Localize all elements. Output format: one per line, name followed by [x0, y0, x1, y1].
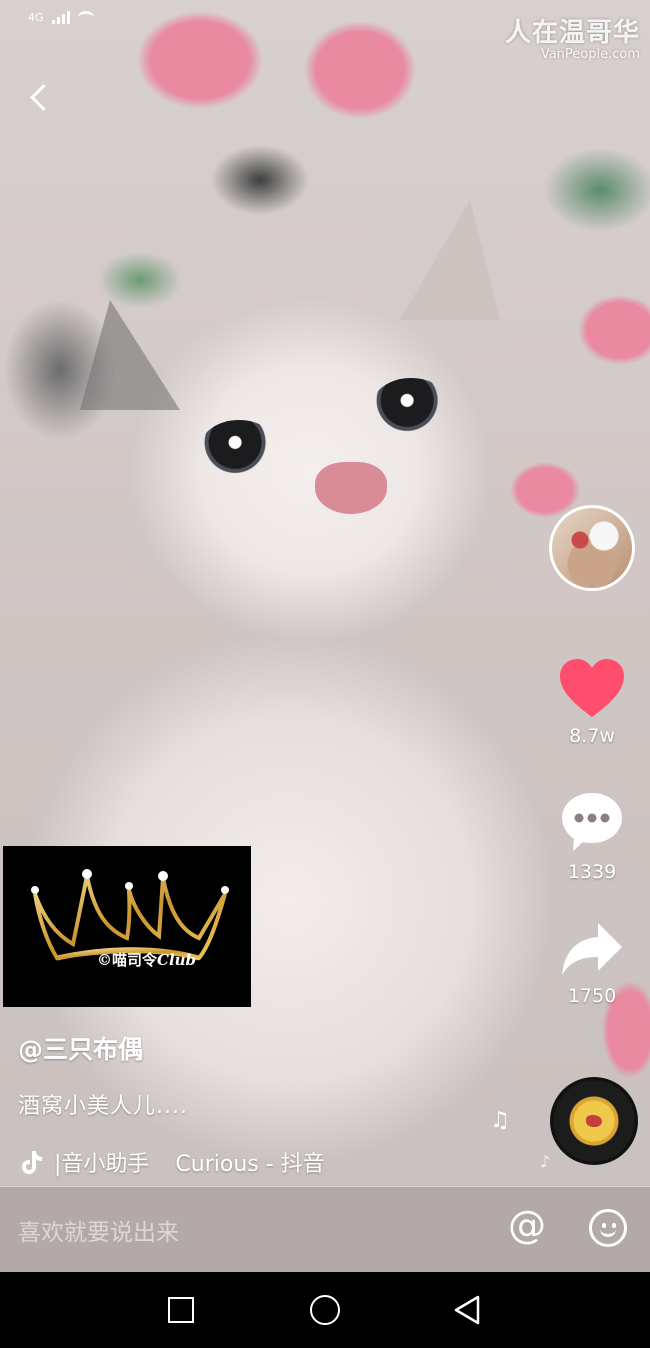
sticker-caption: ©喵司令Club — [97, 949, 196, 970]
crown-icon — [31, 869, 229, 961]
music-note-small-icon: ♪ — [540, 1152, 551, 1171]
comment-count: 1339 — [567, 861, 617, 883]
signal-icon — [51, 10, 70, 24]
music-disc[interactable] — [550, 1077, 638, 1165]
watermark-subtitle: VanPeople.com — [540, 47, 640, 62]
home-button[interactable] — [310, 1295, 340, 1325]
system-nav-bar — [0, 1272, 650, 1348]
smiley-mouth — [600, 1228, 616, 1237]
author-avatar[interactable] — [549, 505, 635, 591]
author-name[interactable]: @三只布偶 — [18, 1030, 518, 1066]
share-count: 1750 — [567, 985, 617, 1007]
cat-eye-right — [372, 378, 450, 434]
comment-input[interactable]: 喜欢就要说出来 — [18, 1213, 179, 1247]
comment-bar: 喜欢就要说出来 @ — [0, 1187, 650, 1272]
video-caption: 酒窝小美人儿.... — [18, 1094, 188, 1119]
back-triangle-icon[interactable] — [452, 1294, 484, 1326]
cat-nose — [315, 462, 387, 514]
cat-eye-left — [200, 420, 278, 476]
sticker-caption-suffix: Club — [157, 951, 197, 969]
crown-logo-sticker: ©喵司令Club — [3, 846, 251, 1007]
watermark: 人在温哥华 VanPeople.com — [505, 12, 640, 62]
recents-button[interactable] — [168, 1297, 194, 1323]
action-rail: 8.7w 1339 1750 — [548, 505, 636, 1007]
mention-icon[interactable]: @ — [508, 1203, 546, 1247]
video-info: @三只布偶 酒窝小美人儿.... |音小助手 Curious - 抖音 — [18, 1030, 518, 1178]
back-button[interactable] — [24, 80, 60, 116]
music-note-icon: ♫ — [490, 1108, 510, 1133]
share-button[interactable]: 1750 — [548, 921, 636, 1007]
wifi-icon — [77, 11, 94, 23]
like-count: 8.7w — [569, 725, 615, 747]
tiktok-note-icon — [22, 1151, 42, 1174]
heart-icon — [560, 659, 624, 717]
like-button[interactable]: 8.7w — [548, 657, 636, 747]
sticker-caption-prefix: ©喵司令 — [97, 951, 158, 969]
smiley-icon[interactable] — [589, 1209, 627, 1247]
watermark-title: 人在温哥华 — [504, 18, 640, 48]
comment-button[interactable]: 1339 — [548, 789, 636, 883]
network-type: 4G — [28, 10, 44, 24]
cat-ear-right — [400, 200, 500, 320]
music-source: |音小助手 — [54, 1152, 150, 1177]
music-row[interactable]: |音小助手 Curious - 抖音 — [18, 1146, 518, 1178]
music-title: Curious - 抖音 — [175, 1152, 325, 1177]
cat-ear-left — [80, 300, 180, 410]
comment-bubble-icon — [562, 793, 622, 851]
share-arrow-icon — [562, 923, 622, 975]
video-frame[interactable]: 4G 人在温哥华 VanPeople.com 8.7w 1339 1750 ©喵… — [0, 0, 650, 1272]
status-bar: 4G — [28, 10, 94, 24]
